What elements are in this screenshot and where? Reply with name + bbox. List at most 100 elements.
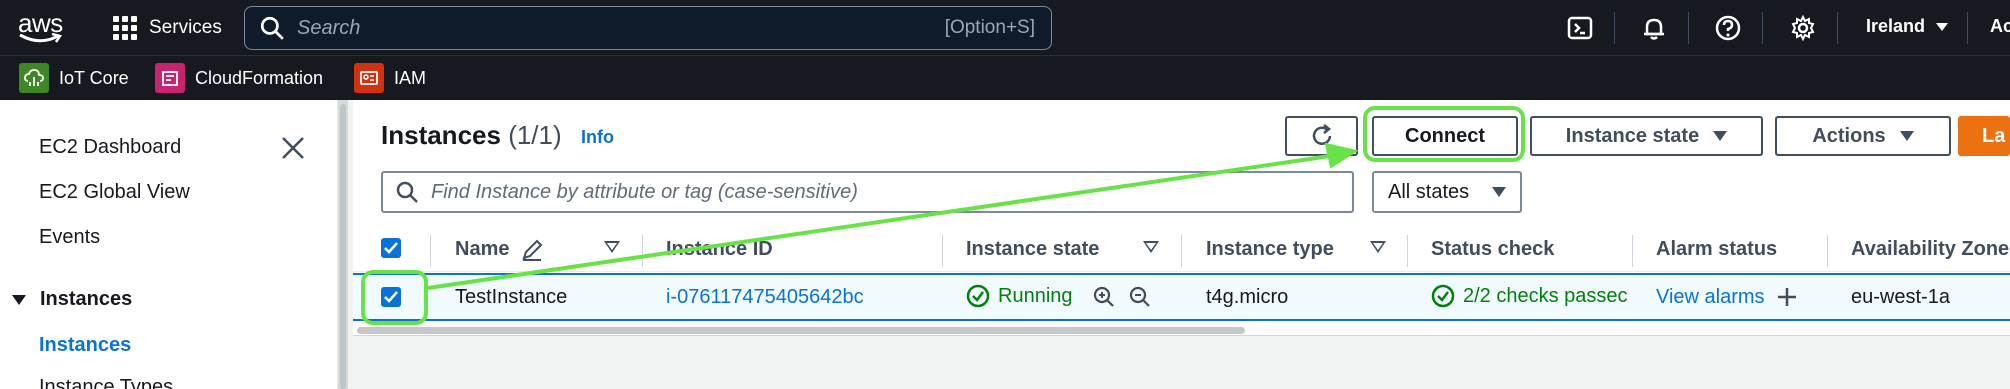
favorites-bar: IoT Core CloudFormation IAM [0,55,2010,100]
page-title: Instances (1/1) [381,120,562,151]
iam-icon [354,63,384,93]
state-text: Running [998,284,1073,307]
sidebar-item-instance-types[interactable]: Instance Types [39,376,173,389]
sidebar-item-instances[interactable]: Instances [39,334,131,357]
gear-icon[interactable] [1789,14,1817,42]
nav-divider [1967,12,1968,44]
instance-filter-input[interactable]: Find Instance by attribute or tag (case-… [381,171,1354,213]
column-divider [942,235,943,267]
instance-count: (1/1) [508,120,562,150]
favorite-label: IoT Core [59,67,129,88]
column-divider [1632,235,1633,267]
sidebar-section-label: Instances [40,288,133,310]
services-menu-button[interactable]: Services [113,13,222,43]
favorite-label: CloudFormation [195,67,324,88]
caret-down-icon [1713,131,1728,141]
caret-down-icon [1492,187,1506,197]
check-circle-icon [1431,284,1455,308]
sidebar-item-ec2-global-view[interactable]: EC2 Global View [39,181,190,204]
column-divider [1407,235,1408,267]
zoom-out-icon[interactable] [1128,285,1152,309]
column-header-instance-type[interactable]: Instance type [1206,238,1334,261]
grid-icon [113,16,137,40]
account-menu[interactable]: Ac [1990,16,2010,37]
search-placeholder: Search [297,16,361,39]
sidebar-scrollbar[interactable] [340,104,346,389]
actions-label: Actions [1812,124,1886,147]
states-select[interactable]: All states [1372,171,1522,213]
column-header-name[interactable]: Name [455,238,509,261]
sort-icon[interactable] [1370,241,1386,253]
sidebar-item-ec2-dashboard[interactable]: EC2 Dashboard [39,136,181,159]
instance-id-link[interactable]: i-076117475405642bc [666,286,864,309]
column-divider [430,235,431,267]
annotation-highlight-checkbox [361,270,428,325]
column-header-status-check[interactable]: Status check [1431,238,1554,261]
refresh-icon [1312,124,1331,145]
instance-state-label: Instance state [1565,124,1700,147]
annotation-highlight-connect [1363,106,1525,162]
bell-icon[interactable] [1640,14,1668,42]
actions-button[interactable]: Actions [1775,116,1951,156]
launch-instances-button[interactable]: La [1958,116,2010,156]
column-header-availability-zone[interactable]: Availability Zone [1851,238,2009,261]
check-icon [384,242,398,254]
view-alarms-link[interactable]: View alarms [1656,286,1765,309]
nav-divider [1614,12,1615,44]
search-icon [260,16,284,40]
cell-instance-type: t4g.micro [1206,286,1289,308]
divider [353,335,2010,336]
states-select-value: All states [1388,180,1470,203]
filter-placeholder: Find Instance by attribute or tag (case-… [431,180,858,203]
nav-divider [1762,12,1763,44]
column-header-alarm-status[interactable]: Alarm status [1656,238,1777,261]
help-icon[interactable] [1714,14,1742,42]
favorite-iam[interactable]: IAM [354,62,426,94]
iot-core-icon [19,63,49,93]
select-all-checkbox[interactable] [381,238,401,258]
search-icon [396,181,418,203]
refresh-button[interactable] [1285,116,1358,156]
cloudshell-icon[interactable] [1566,14,1594,42]
nav-divider [1837,12,1838,44]
close-icon[interactable] [280,135,306,161]
page-title-text: Instances [381,120,501,150]
top-navigation: aws Services Search [Option+S] Ireland A… [0,0,2010,55]
cloudformation-icon [155,63,185,93]
column-header-instance-id[interactable]: Instance ID [666,238,773,261]
plus-icon[interactable] [1776,286,1798,308]
check-circle-icon [966,284,990,308]
sort-icon[interactable] [604,241,620,253]
region-label: Ireland [1866,16,1926,36]
region-selector[interactable]: Ireland [1866,16,1949,37]
status-check-text: 2/2 checks passec [1463,284,1628,307]
cell-name: TestInstance [455,286,568,308]
sidebar-item-events[interactable]: Events [39,226,100,249]
instance-state-button[interactable]: Instance state [1530,116,1763,156]
favorite-cloudformation[interactable]: CloudFormation [155,62,323,94]
cell-instance-state: Running [966,284,1073,308]
search-input[interactable]: Search [Option+S] [244,6,1052,50]
column-header-instance-state[interactable]: Instance state [966,238,1099,261]
chevron-down-icon [1936,22,1949,31]
nav-divider [1688,12,1689,44]
aws-logo[interactable]: aws [18,10,66,46]
favorite-label: IAM [394,67,427,88]
cell-status-check: 2/2 checks passec [1431,284,1631,308]
column-divider [1827,235,1828,267]
zoom-in-icon[interactable] [1092,285,1116,309]
launch-label: La [1982,124,2006,147]
column-divider [1181,235,1182,267]
search-shortcut: [Option+S] [944,17,1035,38]
cell-availability-zone: eu-west-1a [1851,286,1950,308]
edit-icon[interactable] [520,238,544,262]
caret-down-icon [12,294,26,305]
services-label: Services [149,17,222,38]
info-link[interactable]: Info [581,127,614,148]
sort-icon[interactable] [1143,241,1159,253]
caret-down-icon [1899,131,1914,141]
favorite-iot-core[interactable]: IoT Core [19,62,129,94]
sidebar-section-instances[interactable]: Instances [12,288,132,311]
table-horizontal-scrollbar[interactable] [357,327,1245,334]
aws-smile-icon [19,32,63,43]
